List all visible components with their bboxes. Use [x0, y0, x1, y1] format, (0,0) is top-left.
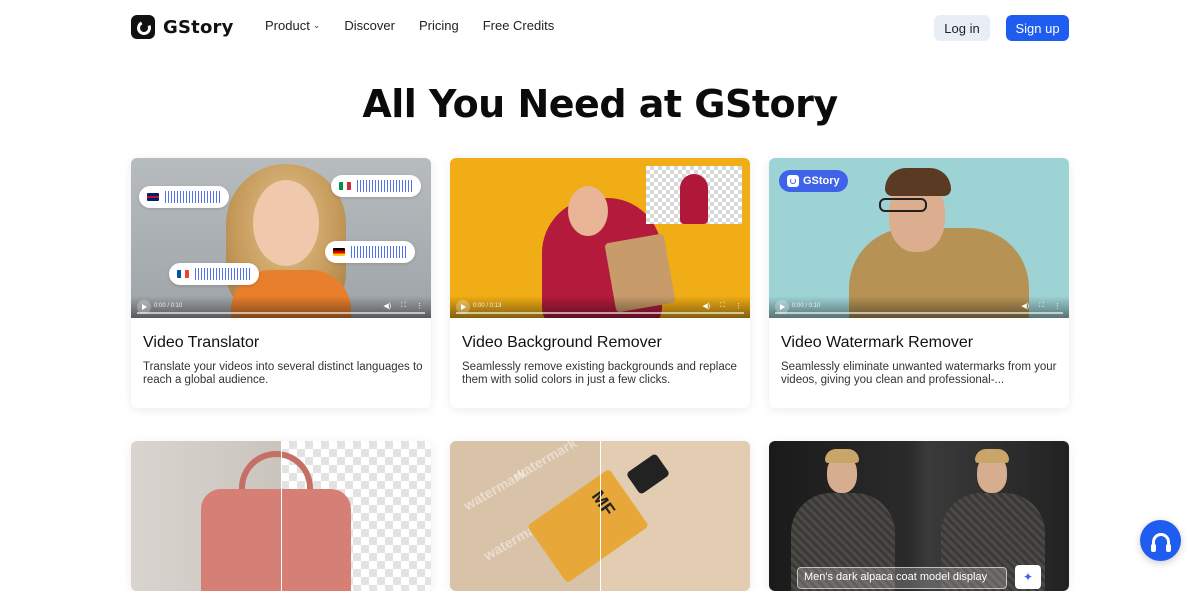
pink-handbag [201, 489, 351, 591]
card-image-background-remover[interactable] [131, 441, 431, 591]
uk-flag-icon [147, 193, 159, 201]
volume-icon[interactable]: ◀) [1021, 302, 1029, 310]
volume-icon[interactable]: ◀) [383, 302, 391, 310]
card-image-watermark-remover[interactable]: watermark watermark watermark MF [450, 441, 750, 591]
waveform-icon [165, 191, 221, 203]
card-video-background-remover[interactable]: 0:00 / 0:13 ◀) ⛶ ⋮ Video Background Remo… [450, 158, 750, 408]
model-hair [975, 449, 1009, 463]
thumbnail-glasses [879, 198, 927, 212]
thumbnail-face [568, 186, 608, 236]
video-controls: 0:00 / 0:13 ◀) ⛶ ⋮ [450, 296, 750, 318]
badge-text: GStory [803, 175, 840, 187]
thumbnail-face [253, 180, 319, 266]
waveform-icon [351, 246, 407, 258]
logo-text: GStory [163, 16, 234, 38]
watermark-text: watermark [510, 441, 580, 484]
video-controls: 0:00 / 0:10 ◀) ⛶ ⋮ [131, 296, 431, 318]
nav-item-product[interactable]: Product ⌄ [265, 18, 320, 33]
france-flag-icon [177, 270, 189, 278]
gstory-watermark-badge: GStory [779, 170, 848, 192]
prompt-caption[interactable]: Men's dark alpaca coat model display [797, 567, 1007, 589]
language-bubble-uk [139, 186, 229, 208]
nav-item-label: Pricing [418, 18, 459, 33]
volume-icon[interactable]: ◀) [702, 302, 710, 310]
control-icons: ◀) ⛶ ⋮ [702, 302, 742, 310]
login-button[interactable]: Log in [934, 15, 990, 41]
nav-item-label: Free Credits [482, 18, 555, 33]
sparkle-icon[interactable]: ✦ [1015, 565, 1041, 589]
video-player[interactable]: 0:00 / 0:10 ◀) ⛶ ⋮ [131, 158, 431, 318]
video-controls: 0:00 / 0:10 ◀) ⛶ ⋮ [769, 296, 1069, 318]
nav-item-label: Product [265, 18, 310, 33]
video-player[interactable]: 0:00 / 0:13 ◀) ⛶ ⋮ [450, 158, 750, 318]
more-options-icon[interactable]: ⋮ [416, 302, 423, 310]
card-title: Video Watermark Remover [781, 334, 974, 351]
preview-person [680, 174, 708, 224]
bottle-comparison-image: watermark watermark watermark MF [450, 441, 750, 591]
card-description: Seamlessly eliminate unwanted watermarks… [781, 361, 1057, 386]
main-nav: Product ⌄ Discover Pricing Free Credits [265, 18, 554, 33]
card-description: Seamlessly remove existing backgrounds a… [462, 361, 737, 386]
bag-comparison-image [131, 441, 431, 591]
chevron-down-icon: ⌄ [312, 20, 321, 30]
transparent-background-preview [646, 166, 742, 224]
nav-item-label: Discover [344, 18, 395, 33]
gstory-logo-icon [131, 15, 155, 39]
card-video-translator[interactable]: 0:00 / 0:10 ◀) ⛶ ⋮ Video Translator Tran… [131, 158, 431, 408]
fullscreen-icon[interactable]: ⛶ [1039, 302, 1044, 310]
card-ai-model-generator[interactable]: Men's dark alpaca coat model display ✦ [769, 441, 1069, 591]
card-video-watermark-remover[interactable]: GStory 0:00 / 0:10 ◀) ⛶ ⋮ Video Watermar… [769, 158, 1069, 408]
model-hair [825, 449, 859, 463]
germany-flag-icon [333, 248, 345, 256]
gstory-logo[interactable]: GStory [131, 15, 234, 39]
waveform-icon [195, 268, 251, 280]
fullscreen-icon[interactable]: ⛶ [401, 302, 406, 310]
card-title: Video Background Remover [462, 334, 662, 351]
top-navbar: GStory Product ⌄ Discover Pricing Free C… [0, 0, 1200, 56]
comparison-divider[interactable] [281, 441, 282, 591]
card-title: Video Translator [143, 334, 260, 351]
customer-support-button[interactable] [1140, 520, 1181, 561]
gstory-logo-icon [787, 175, 799, 187]
more-options-icon[interactable]: ⋮ [1054, 302, 1061, 310]
video-progress-bar[interactable] [137, 312, 425, 314]
nav-item-discover[interactable]: Discover [344, 18, 395, 33]
italy-flag-icon [339, 182, 351, 190]
more-options-icon[interactable]: ⋮ [735, 302, 742, 310]
coat-model-image: Men's dark alpaca coat model display ✦ [769, 441, 1069, 591]
language-bubble-it [331, 175, 421, 197]
control-icons: ◀) ⛶ ⋮ [1021, 302, 1061, 310]
video-time: 0:00 / 0:10 [792, 303, 821, 309]
video-time: 0:00 / 0:13 [473, 303, 502, 309]
nav-item-free-credits[interactable]: Free Credits [483, 18, 555, 33]
signup-button[interactable]: Sign up [1006, 15, 1069, 41]
video-player[interactable]: GStory 0:00 / 0:10 ◀) ⛶ ⋮ [769, 158, 1069, 318]
fullscreen-icon[interactable]: ⛶ [720, 302, 725, 310]
waveform-icon [357, 180, 413, 192]
thumbnail-hair [885, 168, 951, 196]
video-progress-bar[interactable] [775, 312, 1063, 314]
page-title: All You Need at GStory [362, 82, 838, 126]
card-description: Translate your videos into several disti… [143, 361, 423, 386]
video-time: 0:00 / 0:10 [154, 303, 183, 309]
nav-item-pricing[interactable]: Pricing [419, 18, 459, 33]
headset-icon [1150, 532, 1171, 552]
language-bubble-fr [169, 263, 259, 285]
control-icons: ◀) ⛶ ⋮ [383, 302, 423, 310]
comparison-divider[interactable] [600, 441, 601, 591]
language-bubble-de [325, 241, 415, 263]
video-progress-bar[interactable] [456, 312, 744, 314]
